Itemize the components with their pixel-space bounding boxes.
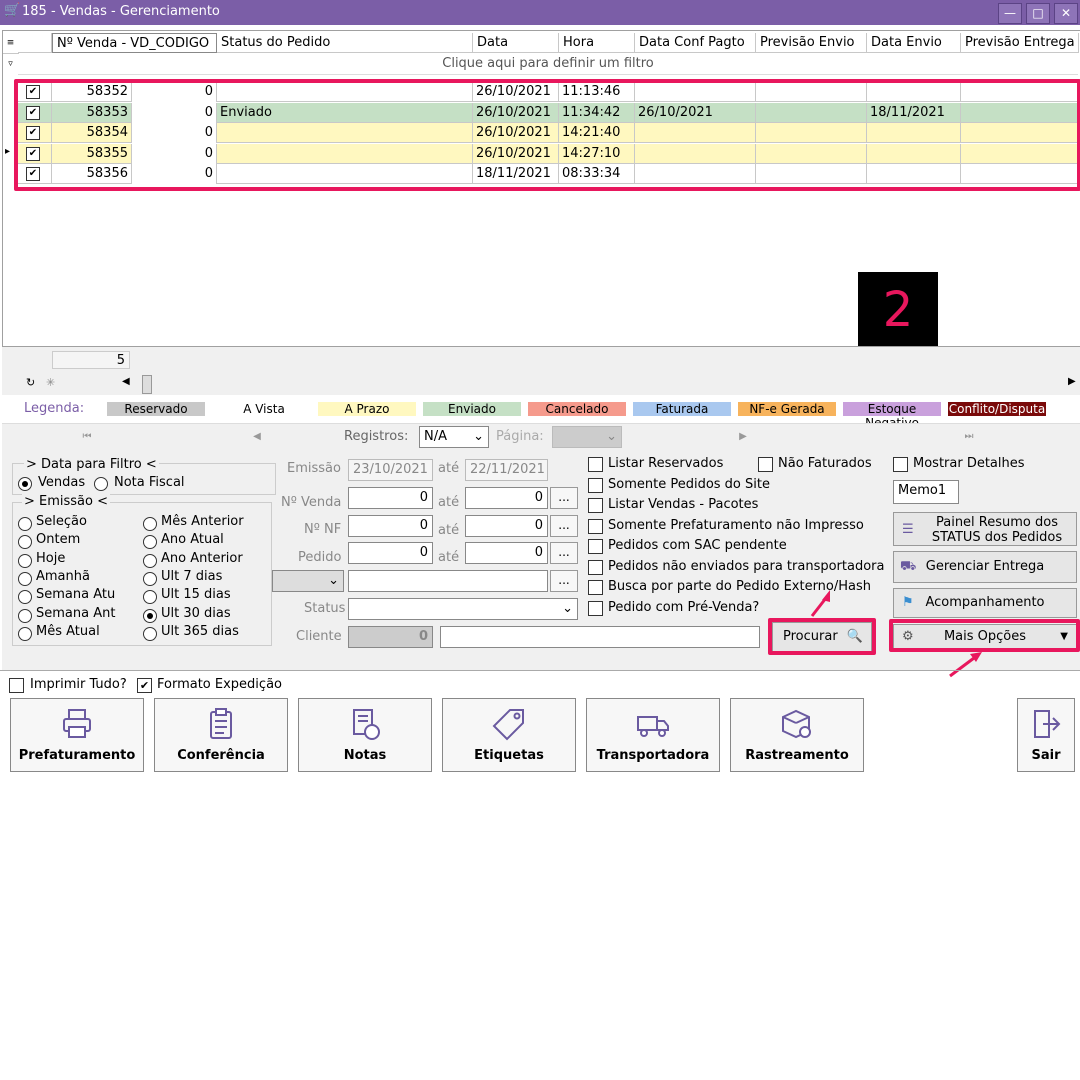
arrowhead-procurar: [822, 590, 830, 602]
sair-button[interactable]: Sair: [1017, 698, 1075, 772]
invoice-icon: [353, 709, 380, 740]
sair-label: Sair: [1031, 748, 1061, 763]
arrow-procurar: [810, 597, 828, 617]
formato-expedicao-checkbox[interactable]: ✔: [137, 678, 152, 693]
etiquetas-label: Etiquetas: [474, 748, 544, 763]
imprimir-tudo-checkbox[interactable]: [9, 678, 24, 693]
annotation-arrows: [810, 590, 982, 678]
exit-icon: [1034, 710, 1061, 738]
transportadora-button[interactable]: Transportadora: [586, 698, 720, 772]
divider: [0, 670, 1080, 671]
imprimir-tudo-label: Imprimir Tudo?: [30, 677, 127, 692]
truck-icon: [637, 716, 669, 737]
conferencia-button[interactable]: Conferência: [154, 698, 288, 772]
notas-label: Notas: [343, 748, 387, 763]
printer-icon: [63, 709, 91, 738]
etiquetas-button[interactable]: Etiquetas: [442, 698, 576, 772]
notas-button[interactable]: Notas: [298, 698, 432, 772]
arrow-mais: [949, 656, 975, 678]
rastreamento-label: Rastreamento: [745, 748, 849, 763]
transportadora-label: Transportadora: [596, 748, 710, 763]
prefaturamento-button[interactable]: Prefaturamento: [10, 698, 144, 772]
rastreamento-button[interactable]: Rastreamento: [730, 698, 864, 772]
formato-expedicao-label: Formato Expedição: [157, 677, 282, 692]
package-search-icon: [782, 709, 811, 739]
tag-icon: [492, 709, 524, 741]
clipboard-icon: [210, 708, 232, 739]
prefaturamento-label: Prefaturamento: [18, 748, 136, 763]
conferencia-label: Conferência: [177, 748, 265, 763]
